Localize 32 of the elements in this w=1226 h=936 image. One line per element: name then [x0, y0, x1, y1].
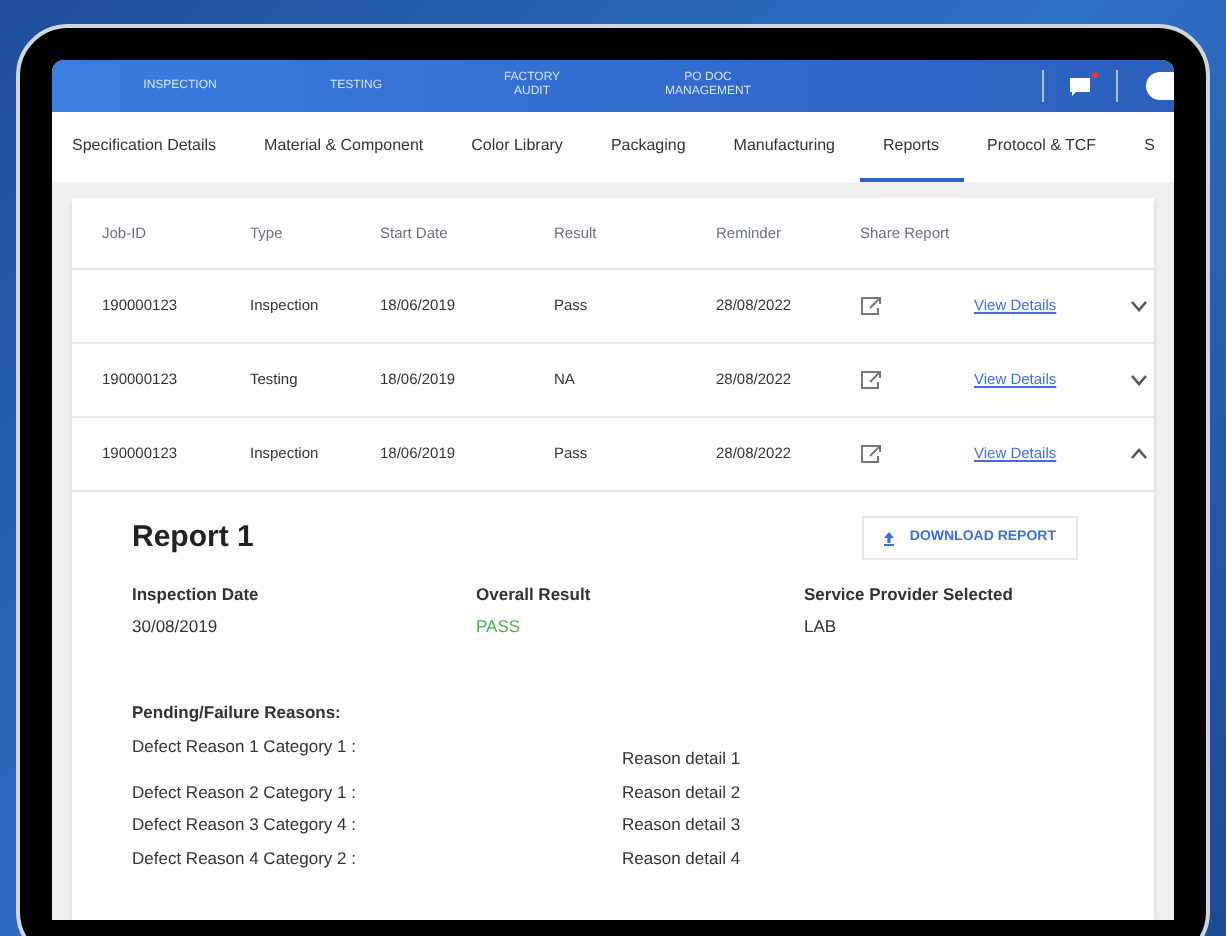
reason-detail: Reason detail 2: [622, 779, 743, 805]
reason-detail: Reason detail 1: [622, 745, 743, 771]
tab[interactable]: Packaging: [586, 112, 710, 182]
tab[interactable]: Protocol & TCF: [963, 112, 1121, 182]
tab[interactable]: Specification Details: [52, 112, 241, 182]
share-icon[interactable]: [860, 296, 882, 316]
reason-category: Defect Reason 3 Category 4 :: [132, 812, 358, 838]
tab[interactable]: Material & Component: [240, 112, 448, 182]
chevron-down-icon[interactable]: [1130, 300, 1148, 312]
reason-detail: Reason detail 3: [622, 812, 743, 838]
chat-icon: [1070, 77, 1090, 95]
field-value: PASS: [476, 614, 523, 640]
upload-icon: [883, 531, 894, 546]
reason-detail: Reason detail 4: [622, 846, 743, 872]
share-icon[interactable]: [860, 444, 882, 464]
field-label: Inspection Date: [132, 581, 261, 607]
share-icon[interactable]: [860, 370, 882, 390]
chevron-down-icon[interactable]: [1130, 374, 1148, 386]
reason-category: Defect Reason 2 Category 1 :: [132, 779, 358, 805]
chevron-up-icon[interactable]: [1130, 448, 1148, 460]
field-value: 30/08/2019: [132, 614, 220, 640]
field-value: LAB: [804, 614, 839, 640]
field-label: Service Provider Selected: [804, 581, 1015, 607]
tab[interactable]: S: [1120, 112, 1174, 182]
reasons-heading: Pending/Failure Reasons:: [132, 700, 343, 726]
reason-category: Defect Reason 1 Category 1 :: [132, 733, 358, 760]
tab[interactable]: Manufacturing: [709, 112, 859, 182]
tab[interactable]: Reports: [859, 112, 964, 182]
report-title: Report 1: [132, 518, 254, 558]
reason-category: Defect Reason 4 Category 2 :: [132, 846, 358, 872]
field-label: Overall Result: [476, 581, 593, 607]
tab[interactable]: Color Library: [447, 112, 587, 182]
